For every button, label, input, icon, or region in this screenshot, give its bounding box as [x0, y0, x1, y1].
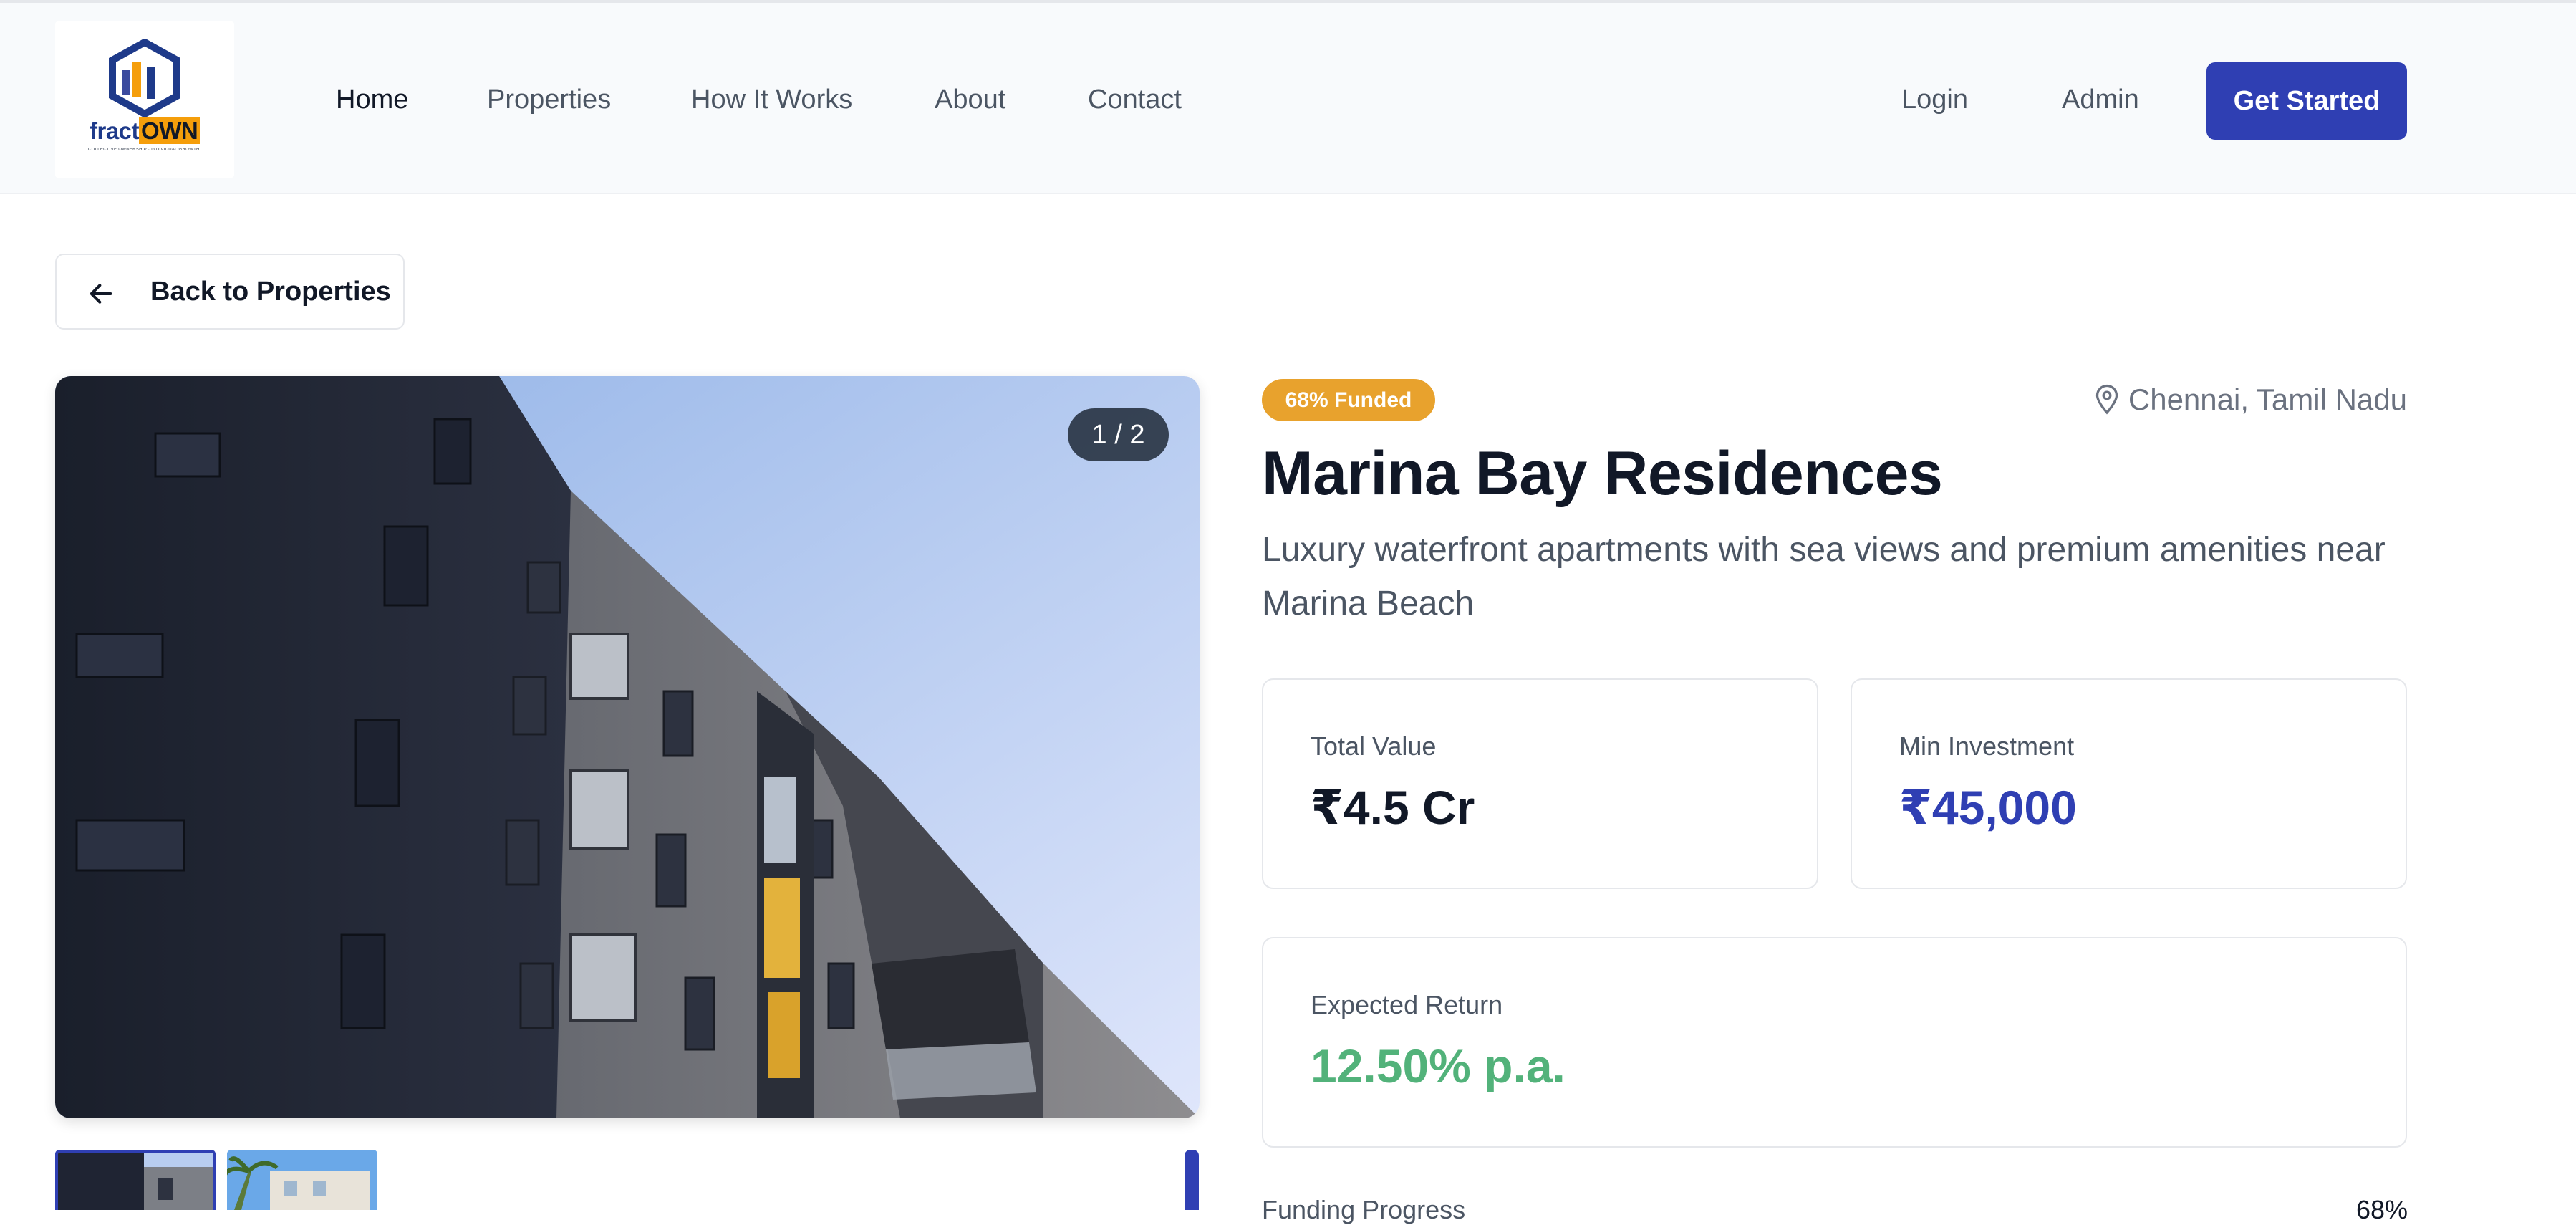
- property-location: Chennai, Tamil Nadu: [2090, 380, 2407, 420]
- image-counter: 1 / 2: [1068, 408, 1169, 461]
- logo-word-fract: fract: [90, 117, 140, 144]
- funding-progress-label: Funding Progress: [1262, 1195, 1466, 1224]
- nav-home[interactable]: Home: [336, 85, 408, 115]
- gallery-thumbnail[interactable]: [55, 1150, 216, 1210]
- nav-how-it-works[interactable]: How It Works: [691, 85, 852, 115]
- thumbnail-scroll-indicator[interactable]: [1185, 1150, 1199, 1210]
- site-header: fractOWN COLLECTIVE OWNERSHIP · INDIVIDU…: [0, 3, 2576, 194]
- funded-badge: 68% Funded: [1262, 379, 1435, 421]
- property-image-gallery[interactable]: [55, 376, 1200, 1118]
- min-investment-value: ₹45,000: [1899, 781, 2077, 834]
- arrow-left-icon: [90, 284, 112, 304]
- logo-wordmark: fractOWN: [90, 117, 201, 145]
- admin-link[interactable]: Admin: [2062, 85, 2139, 115]
- property-photo: [55, 376, 1200, 1118]
- thumbnail-image: [227, 1150, 377, 1210]
- total-value-card: Total Value ₹4.5 Cr: [1262, 678, 1818, 889]
- logo[interactable]: fractOWN COLLECTIVE OWNERSHIP · INDIVIDU…: [55, 21, 234, 178]
- min-investment-label: Min Investment: [1899, 731, 2075, 761]
- property-title: Marina Bay Residences: [1262, 439, 1943, 508]
- back-to-properties-button[interactable]: Back to Properties: [55, 254, 405, 330]
- logo-tagline: COLLECTIVE OWNERSHIP · INDIVIDUAL GROWTH: [88, 148, 200, 152]
- map-pin-icon: [2095, 384, 2118, 415]
- login-link[interactable]: Login: [1901, 85, 1968, 115]
- property-description: Luxury waterfront apartments with sea vi…: [1262, 531, 2386, 623]
- total-value: ₹4.5 Cr: [1311, 781, 1475, 834]
- funding-progress-value: 68%: [2356, 1195, 2408, 1224]
- nav-about[interactable]: About: [935, 85, 1005, 115]
- total-value-label: Total Value: [1311, 731, 1437, 761]
- get-started-button[interactable]: Get Started: [2206, 62, 2407, 140]
- nav-properties[interactable]: Properties: [487, 85, 611, 115]
- logo-word-own: OWN: [139, 117, 201, 144]
- logo-mark-icon: [109, 39, 180, 117]
- back-button-label: Back to Properties: [150, 277, 391, 307]
- location-text: Chennai, Tamil Nadu: [2128, 383, 2407, 416]
- expected-return-value: 12.50% p.a.: [1311, 1039, 1566, 1092]
- min-investment-card: Min Investment ₹45,000: [1851, 678, 2407, 889]
- expected-return-card: Expected Return 12.50% p.a.: [1262, 937, 2407, 1148]
- expected-return-label: Expected Return: [1311, 990, 1503, 1019]
- thumbnail-image: [58, 1153, 213, 1210]
- gallery-thumbnail[interactable]: [227, 1150, 377, 1210]
- nav-contact[interactable]: Contact: [1088, 85, 1182, 115]
